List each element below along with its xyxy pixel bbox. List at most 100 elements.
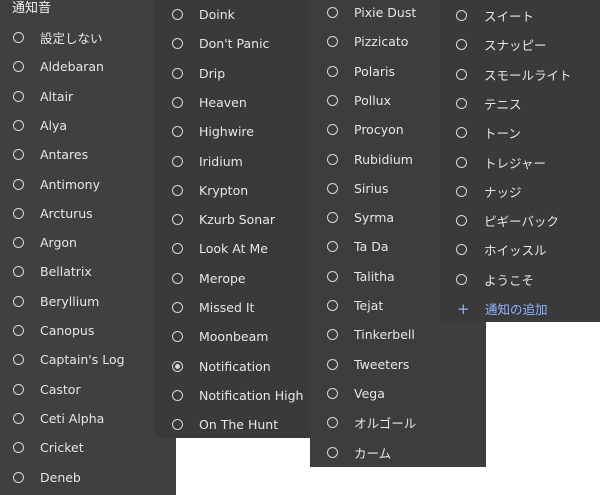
radio-unselected-icon[interactable]	[13, 442, 24, 454]
sound-option-antimony[interactable]: Antimony	[0, 170, 176, 199]
radio-selected-icon[interactable]	[172, 360, 183, 372]
radio-unselected-icon[interactable]	[327, 182, 338, 194]
sound-option-moonbeam[interactable]: Moonbeam	[155, 322, 310, 351]
radio-unselected-icon[interactable]	[13, 471, 24, 483]
sound-option-altair[interactable]: Altair	[0, 82, 176, 111]
radio-unselected-icon[interactable]	[456, 39, 467, 51]
radio-unselected-icon[interactable]	[13, 61, 24, 73]
radio-unselected-icon[interactable]	[456, 127, 467, 139]
sound-option-設定しない[interactable]: 設定しない	[0, 23, 176, 52]
sound-option-スイート[interactable]: スイート	[440, 1, 600, 30]
sound-option-captain-s-log[interactable]: Captain's Log	[0, 345, 176, 374]
sound-option-vega[interactable]: Vega	[310, 379, 486, 408]
radio-unselected-icon[interactable]	[327, 387, 338, 399]
sound-option-ピギーバック[interactable]: ピギーバック	[440, 206, 600, 235]
radio-unselected-icon[interactable]	[172, 331, 183, 343]
radio-unselected-icon[interactable]	[327, 358, 338, 370]
sound-option-merope[interactable]: Merope	[155, 264, 310, 293]
sound-option-tweeters[interactable]: Tweeters	[310, 350, 486, 379]
sound-option-missed-it[interactable]: Missed It	[155, 293, 310, 322]
radio-unselected-icon[interactable]	[13, 266, 24, 278]
radio-unselected-icon[interactable]	[327, 417, 338, 429]
radio-unselected-icon[interactable]	[327, 94, 338, 106]
sound-option-heaven[interactable]: Heaven	[155, 88, 310, 117]
sound-option-look-at-me[interactable]: Look At Me	[155, 234, 310, 263]
sound-option-highwire[interactable]: Highwire	[155, 117, 310, 146]
sound-option-kzurb-sonar[interactable]: Kzurb Sonar	[155, 205, 310, 234]
sound-option-notification-high[interactable]: Notification High	[155, 381, 310, 410]
radio-unselected-icon[interactable]	[13, 32, 24, 43]
radio-unselected-icon[interactable]	[172, 155, 183, 167]
radio-unselected-icon[interactable]	[327, 36, 338, 48]
radio-unselected-icon[interactable]	[13, 149, 24, 161]
radio-unselected-icon[interactable]	[172, 126, 183, 138]
radio-unselected-icon[interactable]	[172, 389, 183, 401]
radio-unselected-icon[interactable]	[172, 214, 183, 226]
radio-unselected-icon[interactable]	[13, 354, 24, 366]
radio-unselected-icon[interactable]	[13, 178, 24, 190]
radio-unselected-icon[interactable]	[327, 300, 338, 311]
radio-unselected-icon[interactable]	[456, 215, 467, 227]
sound-option-on-the-hunt[interactable]: On The Hunt	[155, 410, 310, 438]
radio-unselected-icon[interactable]	[13, 412, 24, 424]
sound-option-スナッピー[interactable]: スナッピー	[440, 30, 600, 59]
sound-option-スモールライト[interactable]: スモールライト	[440, 60, 600, 89]
radio-unselected-icon[interactable]	[327, 446, 338, 458]
radio-unselected-icon[interactable]	[327, 124, 338, 136]
radio-unselected-icon[interactable]	[172, 184, 183, 196]
sound-option-argon[interactable]: Argon	[0, 228, 176, 257]
sound-option-カーム[interactable]: カーム	[310, 438, 486, 467]
radio-unselected-icon[interactable]	[327, 65, 338, 77]
sound-option-tinkerbell[interactable]: Tinkerbell	[310, 320, 486, 349]
sound-option-オルゴール[interactable]: オルゴール	[310, 408, 486, 437]
sound-option-cricket[interactable]: Cricket	[0, 433, 176, 462]
radio-unselected-icon[interactable]	[456, 185, 467, 197]
sound-option-don-t-panic[interactable]: Don't Panic	[155, 29, 310, 58]
sound-option-doink[interactable]: Doink	[155, 0, 310, 29]
radio-unselected-icon[interactable]	[172, 243, 183, 255]
sound-option-bellatrix[interactable]: Bellatrix	[0, 257, 176, 286]
add-notification-button[interactable]: + 通知の追加	[440, 294, 600, 322]
sound-option-テニス[interactable]: テニス	[440, 89, 600, 118]
radio-unselected-icon[interactable]	[327, 329, 338, 341]
radio-unselected-icon[interactable]	[456, 156, 467, 168]
radio-unselected-icon[interactable]	[13, 207, 24, 219]
sound-option-aldebaran[interactable]: Aldebaran	[0, 52, 176, 81]
sound-option-iridium[interactable]: Iridium	[155, 147, 310, 176]
sound-option-arcturus[interactable]: Arcturus	[0, 199, 176, 228]
radio-unselected-icon[interactable]	[327, 241, 338, 253]
radio-unselected-icon[interactable]	[456, 68, 467, 80]
radio-unselected-icon[interactable]	[327, 270, 338, 282]
sound-option-deneb[interactable]: Deneb	[0, 463, 176, 492]
radio-unselected-icon[interactable]	[13, 119, 24, 131]
sound-option-castor[interactable]: Castor	[0, 375, 176, 404]
sound-option-ceti-alpha[interactable]: Ceti Alpha	[0, 404, 176, 433]
radio-unselected-icon[interactable]	[456, 244, 467, 256]
sound-option-canopus[interactable]: Canopus	[0, 316, 176, 345]
sound-option-antares[interactable]: Antares	[0, 140, 176, 169]
radio-unselected-icon[interactable]	[456, 273, 467, 285]
radio-unselected-icon[interactable]	[13, 295, 24, 307]
sound-option-ようこそ[interactable]: ようこそ	[440, 265, 600, 294]
radio-unselected-icon[interactable]	[327, 153, 338, 165]
radio-unselected-icon[interactable]	[172, 38, 183, 50]
sound-option-ホイッスル[interactable]: ホイッスル	[440, 235, 600, 264]
radio-unselected-icon[interactable]	[172, 9, 183, 20]
radio-unselected-icon[interactable]	[13, 237, 24, 249]
sound-option-notification[interactable]: Notification	[155, 352, 310, 381]
sound-option-ナッジ[interactable]: ナッジ	[440, 177, 600, 206]
radio-unselected-icon[interactable]	[13, 325, 24, 336]
radio-unselected-icon[interactable]	[327, 212, 338, 224]
sound-option-トレジャー[interactable]: トレジャー	[440, 148, 600, 177]
radio-unselected-icon[interactable]	[13, 90, 24, 102]
radio-unselected-icon[interactable]	[456, 97, 467, 109]
sound-option-krypton[interactable]: Krypton	[155, 176, 310, 205]
radio-unselected-icon[interactable]	[172, 302, 183, 313]
radio-unselected-icon[interactable]	[172, 272, 183, 284]
radio-unselected-icon[interactable]	[172, 419, 183, 431]
sound-option-トーン[interactable]: トーン	[440, 118, 600, 147]
radio-unselected-icon[interactable]	[172, 67, 183, 79]
radio-unselected-icon[interactable]	[456, 10, 467, 21]
sound-option-alya[interactable]: Alya	[0, 111, 176, 140]
radio-unselected-icon[interactable]	[13, 383, 24, 395]
